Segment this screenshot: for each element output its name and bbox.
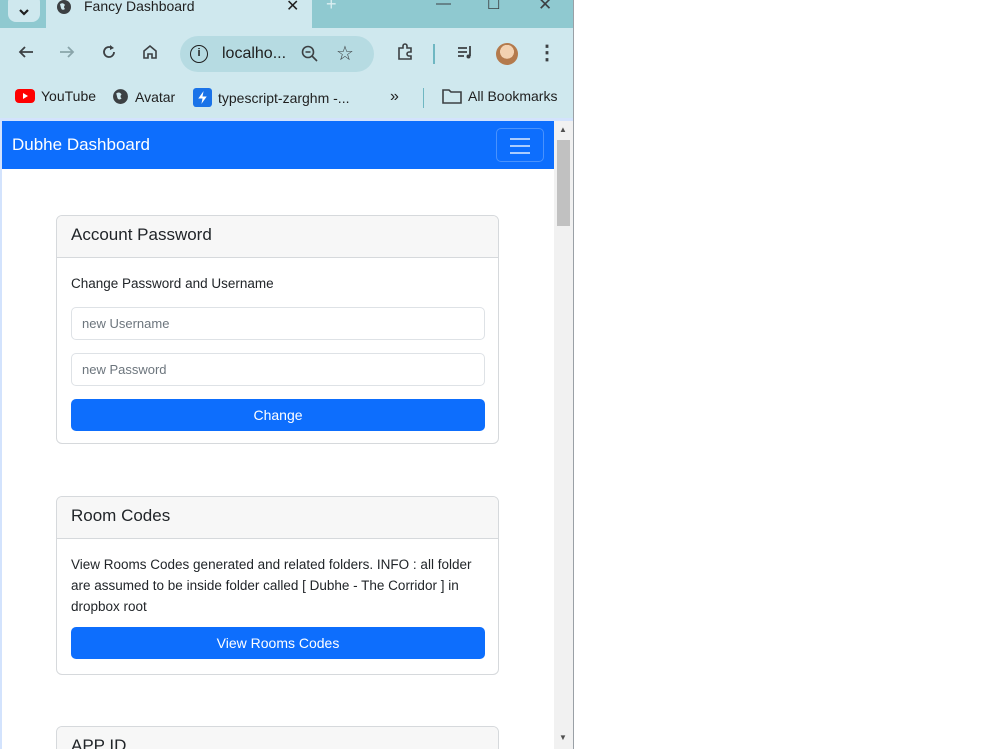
minimize-icon[interactable]: — [436,0,451,12]
bookmarks-bar: YouTube Avatar typescript-zarghm -... » … [0,80,573,118]
bookmark-avatar[interactable]: Avatar [112,88,175,105]
tab-active[interactable]: Fancy Dashboard ✕ [46,0,312,30]
page-scrollbar[interactable]: ▲ ▼ [554,121,573,749]
profile-avatar[interactable] [496,43,518,65]
address-url[interactable]: localho... [222,45,286,63]
card-header: APP ID [57,727,498,749]
lightning-icon [193,88,212,107]
all-bookmarks-label: All Bookmarks [468,88,558,104]
folder-icon [442,89,462,104]
card-text: Change Password and Username [71,276,274,291]
youtube-icon [15,89,35,103]
bookmarks-divider [423,88,424,108]
extensions-icon[interactable] [393,40,417,64]
media-control-icon[interactable] [453,40,477,64]
bookmark-star-icon[interactable]: ☆ [336,41,354,66]
bookmarks-overflow-button[interactable]: » [390,88,399,106]
navbar-brand[interactable]: Dubhe Dashboard [12,135,150,155]
back-icon[interactable] [14,40,38,64]
view-rooms-codes-button[interactable]: View Rooms Codes [71,627,485,659]
new-password-input[interactable] [71,353,485,386]
menu-more-icon[interactable]: ⋮ [535,40,559,64]
room-codes-card: Room Codes View Rooms Codes generated an… [56,496,499,675]
card-body: Change Password and Username Change [57,258,498,443]
new-tab-button[interactable]: + [326,0,337,15]
browser-window: Fancy Dashboard ✕ + — ☐ ✕ i localho... ☆ [0,0,574,749]
new-username-input[interactable] [71,307,485,340]
address-bar[interactable]: i localho... ☆ [180,36,374,72]
bookmark-typescript[interactable]: typescript-zarghm -... [193,88,349,107]
chevron-down-icon [19,9,29,16]
reload-icon[interactable] [97,40,121,64]
change-button[interactable]: Change [71,399,485,431]
hamburger-line [510,145,530,147]
maximize-icon[interactable]: ☐ [487,0,500,13]
tab-title: Fancy Dashboard [84,0,195,14]
window-close-icon[interactable]: ✕ [538,0,552,15]
scroll-up-icon[interactable]: ▲ [559,125,567,134]
hamburger-line [510,152,530,154]
browser-toolbar: i localho... ☆ ⋮ [0,28,573,80]
card-header: Room Codes [57,497,498,539]
home-icon[interactable] [138,40,162,64]
tab-search-button[interactable] [8,0,40,22]
all-bookmarks-button[interactable]: All Bookmarks [442,88,557,104]
tab-strip: Fancy Dashboard ✕ + — ☐ ✕ [0,0,573,30]
forward-icon[interactable] [55,40,79,64]
navbar: Dubhe Dashboard [2,121,554,169]
navbar-toggler-button[interactable] [496,128,544,162]
close-tab-icon[interactable]: ✕ [286,0,299,16]
bookmark-youtube[interactable]: YouTube [15,88,96,104]
scroll-down-icon[interactable]: ▼ [559,733,567,742]
hamburger-icon [510,138,530,140]
toolbar-divider [433,44,435,64]
globe-icon [113,89,128,104]
bookmark-label: Avatar [135,88,176,105]
account-password-card: Account Password Change Password and Use… [56,215,499,444]
card-header: Account Password [57,216,498,258]
site-info-icon[interactable]: i [190,45,208,63]
bookmark-label: typescript-zarghm -... [218,89,350,106]
page-viewport: Dubhe Dashboard Account Password Change … [2,121,554,749]
card-text: View Rooms Codes generated and related f… [71,557,472,614]
app-id-card: APP ID [56,726,499,749]
scroll-thumb[interactable] [557,140,570,226]
globe-icon [57,0,71,14]
bookmark-label: YouTube [41,88,97,104]
card-body: View Rooms Codes generated and related f… [57,539,498,673]
zoom-icon[interactable] [300,44,320,64]
